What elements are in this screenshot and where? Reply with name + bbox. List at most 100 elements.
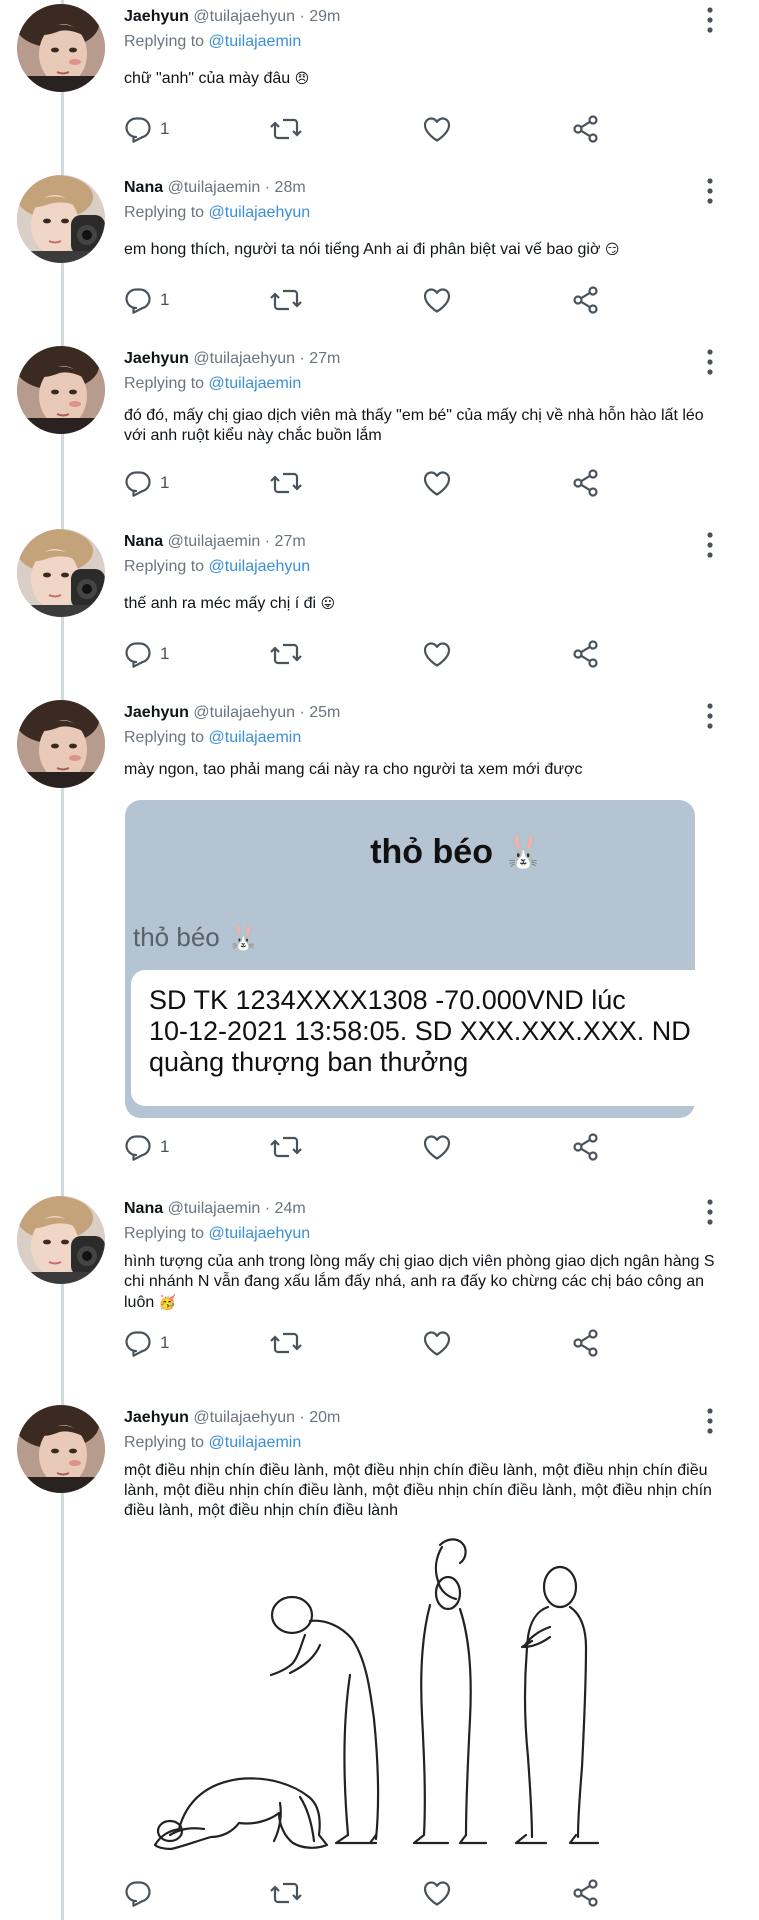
attached-image[interactable]: thỏ béo 🐰 thỏ béo 🐰 SD TK 1234XXXX1308 -… <box>125 800 695 1118</box>
like-button[interactable] <box>422 1130 452 1164</box>
tweet-actions: 1 <box>124 466 644 500</box>
more-icon[interactable] <box>700 177 720 205</box>
replying-label: Replying to <box>124 375 205 392</box>
display-name[interactable]: Nana <box>124 179 163 196</box>
tweet-body: một điều nhịn chín điều lành, một điều n… <box>124 1462 712 1519</box>
mention-link[interactable]: @tuilajaemin <box>209 33 302 50</box>
tweet-text: em hong thích, người ta nói tiếng Anh ai… <box>124 239 724 260</box>
timestamp[interactable]: 27m <box>309 350 340 367</box>
reply-button[interactable] <box>124 1876 160 1910</box>
like-button[interactable] <box>422 466 452 500</box>
display-name[interactable]: Jaehyun <box>124 8 189 25</box>
replying-to: Replying to @tuilajaemin <box>124 729 301 747</box>
emoji: 😠 <box>294 70 310 86</box>
like-button[interactable] <box>422 283 452 317</box>
share-button[interactable] <box>572 637 600 671</box>
retweet-button[interactable] <box>270 1130 302 1164</box>
reply-button[interactable]: 1 <box>124 283 169 317</box>
user-handle[interactable]: @tuilajaehyun <box>193 1409 295 1426</box>
like-button[interactable] <box>422 1876 452 1910</box>
display-name[interactable]: Jaehyun <box>124 1409 189 1426</box>
user-handle[interactable]: @tuilajaehyun <box>193 8 295 25</box>
like-button[interactable] <box>422 1326 452 1360</box>
tweet-actions: 1 <box>124 283 644 317</box>
retweet-button[interactable] <box>270 466 302 500</box>
tweet-header: Nana @tuilajaemin · 27m <box>124 533 306 551</box>
timestamp[interactable]: 25m <box>309 704 340 721</box>
tweet-actions: 1 <box>124 637 644 671</box>
user-handle[interactable]: @tuilajaemin <box>168 533 261 550</box>
share-button[interactable] <box>572 466 600 500</box>
retweet-button[interactable] <box>270 112 302 146</box>
mention-link[interactable]: @tuilajaehyun <box>209 204 311 221</box>
more-icon[interactable] <box>700 6 720 34</box>
share-button[interactable] <box>572 112 600 146</box>
share-button[interactable] <box>572 1130 600 1164</box>
avatar[interactable] <box>17 346 105 434</box>
mention-link[interactable]: @tuilajaemin <box>209 729 302 746</box>
like-icon <box>422 1329 452 1357</box>
replying-to: Replying to @tuilajaehyun <box>124 1225 310 1243</box>
mention-link[interactable]: @tuilajaemin <box>209 375 302 392</box>
timestamp[interactable]: 24m <box>275 1200 306 1217</box>
reply-button[interactable]: 1 <box>124 1326 169 1360</box>
share-icon <box>572 1133 600 1161</box>
reply-button[interactable]: 1 <box>124 1130 169 1164</box>
tweet-header: Nana @tuilajaemin · 24m <box>124 1200 306 1218</box>
user-handle[interactable]: @tuilajaemin <box>168 1200 261 1217</box>
share-icon <box>572 115 600 143</box>
tweet-text: mày ngon, tao phải mang cái này ra cho n… <box>124 760 724 780</box>
user-handle[interactable]: @tuilajaemin <box>168 179 261 196</box>
like-icon <box>422 286 452 314</box>
reply-button[interactable]: 1 <box>124 637 169 671</box>
mention-link[interactable]: @tuilajaehyun <box>209 558 311 575</box>
avatar[interactable] <box>17 700 105 788</box>
emoji: 🥳 <box>158 1294 177 1310</box>
reply-icon <box>124 115 152 143</box>
retweet-icon <box>270 640 302 668</box>
display-name[interactable]: Jaehyun <box>124 704 189 721</box>
tweet-body: đó đó, mấy chị giao dịch viên mà thấy "e… <box>124 407 704 444</box>
timestamp[interactable]: 29m <box>309 8 340 25</box>
retweet-button[interactable] <box>270 283 302 317</box>
more-icon[interactable] <box>700 531 720 559</box>
thread-line <box>61 0 64 1920</box>
retweet-button[interactable] <box>270 1876 302 1910</box>
retweet-button[interactable] <box>270 1326 302 1360</box>
share-button[interactable] <box>572 283 600 317</box>
user-handle[interactable]: @tuilajaehyun <box>193 350 295 367</box>
reply-button[interactable]: 1 <box>124 112 169 146</box>
timestamp[interactable]: 20m <box>309 1409 340 1426</box>
timestamp[interactable]: 27m <box>275 533 306 550</box>
display-name[interactable]: Nana <box>124 533 163 550</box>
avatar[interactable] <box>17 1196 105 1284</box>
display-name[interactable]: Jaehyun <box>124 350 189 367</box>
mention-link[interactable]: @tuilajaemin <box>209 1434 302 1451</box>
reply-icon <box>124 286 152 314</box>
mention-link[interactable]: @tuilajaehyun <box>209 1225 311 1242</box>
praying-figure <box>514 1565 600 1845</box>
avatar[interactable] <box>17 4 105 92</box>
timestamp[interactable]: 28m <box>275 179 306 196</box>
share-button[interactable] <box>572 1876 600 1910</box>
tweet-text: đó đó, mấy chị giao dịch viên mà thấy "e… <box>124 406 724 446</box>
replying-label: Replying to <box>124 1434 205 1451</box>
avatar[interactable] <box>17 529 105 617</box>
like-icon <box>422 115 452 143</box>
user-handle[interactable]: @tuilajaehyun <box>193 704 295 721</box>
avatar[interactable] <box>17 1405 105 1493</box>
reply-button[interactable]: 1 <box>124 466 169 500</box>
share-button[interactable] <box>572 1326 600 1360</box>
more-icon[interactable] <box>700 348 720 376</box>
retweet-button[interactable] <box>270 637 302 671</box>
like-button[interactable] <box>422 112 452 146</box>
retweet-icon <box>270 115 302 143</box>
tweet-text: thế anh ra méc mấy chị í đi 😛 <box>124 593 724 614</box>
more-icon[interactable] <box>700 702 720 730</box>
avatar[interactable] <box>17 175 105 263</box>
like-button[interactable] <box>422 637 452 671</box>
attached-image[interactable] <box>150 1535 710 1870</box>
display-name[interactable]: Nana <box>124 1200 163 1217</box>
more-icon[interactable] <box>700 1407 720 1435</box>
more-icon[interactable] <box>700 1198 720 1226</box>
